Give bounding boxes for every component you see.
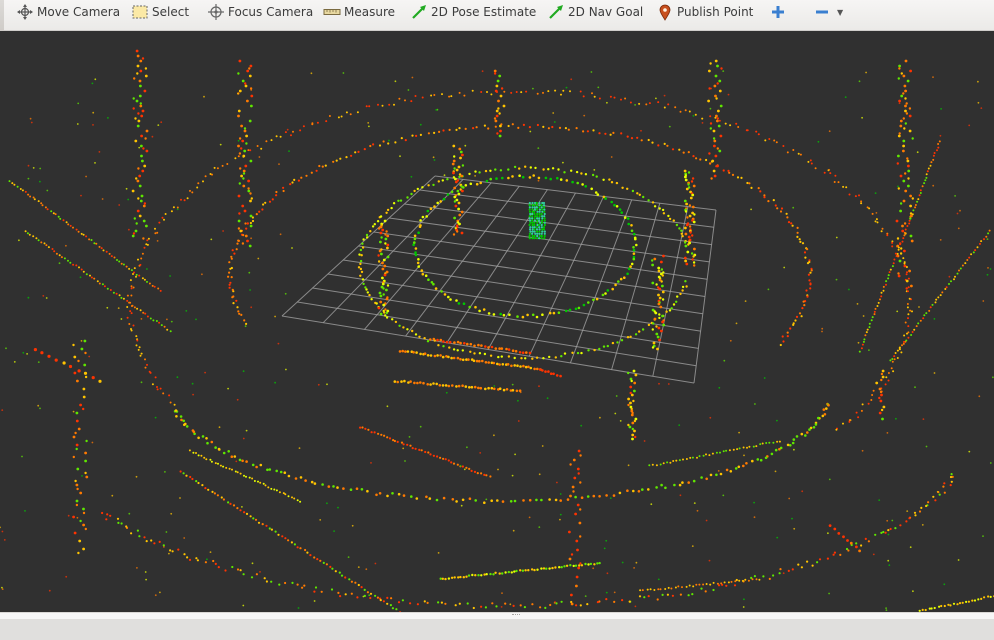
measure-tool-button[interactable]: Measure (323, 3, 395, 21)
tools-toolbar: Move Camera Select Focus Camera Measure … (0, 0, 994, 31)
time-panel-strip (0, 619, 994, 640)
focus-camera-label: Focus Camera (228, 5, 314, 19)
point-cloud-scene[interactable] (0, 31, 994, 612)
2d-nav-goal-tool-button[interactable]: 2D Nav Goal (547, 3, 643, 21)
2d-pose-estimate-label: 2D Pose Estimate (431, 5, 537, 19)
map-pin-icon (656, 3, 674, 21)
remove-tool-button[interactable]: ▼ (813, 3, 843, 21)
publish-point-tool-button[interactable]: Publish Point (656, 3, 753, 21)
select-tool-button[interactable]: Select (131, 3, 189, 21)
3d-render-viewport[interactable] (0, 31, 994, 612)
2d-pose-estimate-tool-button[interactable]: 2D Pose Estimate (410, 3, 536, 21)
bottom-panel (0, 612, 994, 640)
focus-camera-tool-button[interactable]: Focus Camera (207, 3, 313, 21)
nav-arrow-icon (547, 3, 565, 21)
plus-icon (769, 3, 787, 21)
move-camera-label: Move Camera (37, 5, 121, 19)
minus-icon (813, 3, 831, 21)
reference-grid (281, 175, 717, 384)
measure-icon (323, 3, 341, 21)
2d-nav-goal-label: 2D Nav Goal (568, 5, 644, 19)
publish-point-label: Publish Point (677, 5, 754, 19)
move-camera-icon (16, 3, 34, 21)
robot-model (528, 201, 546, 240)
select-label: Select (152, 5, 190, 19)
add-tool-button[interactable] (769, 3, 790, 21)
splitter-handle[interactable] (512, 614, 520, 618)
laser-point-cloud (0, 49, 994, 612)
toolbar-grip[interactable] (0, 0, 4, 31)
move-camera-tool-button[interactable]: Move Camera (16, 3, 120, 21)
chevron-down-icon[interactable]: ▼ (837, 8, 843, 17)
select-icon (131, 3, 149, 21)
measure-label: Measure (344, 5, 395, 19)
focus-camera-icon (207, 3, 225, 21)
pose-arrow-icon (410, 3, 428, 21)
